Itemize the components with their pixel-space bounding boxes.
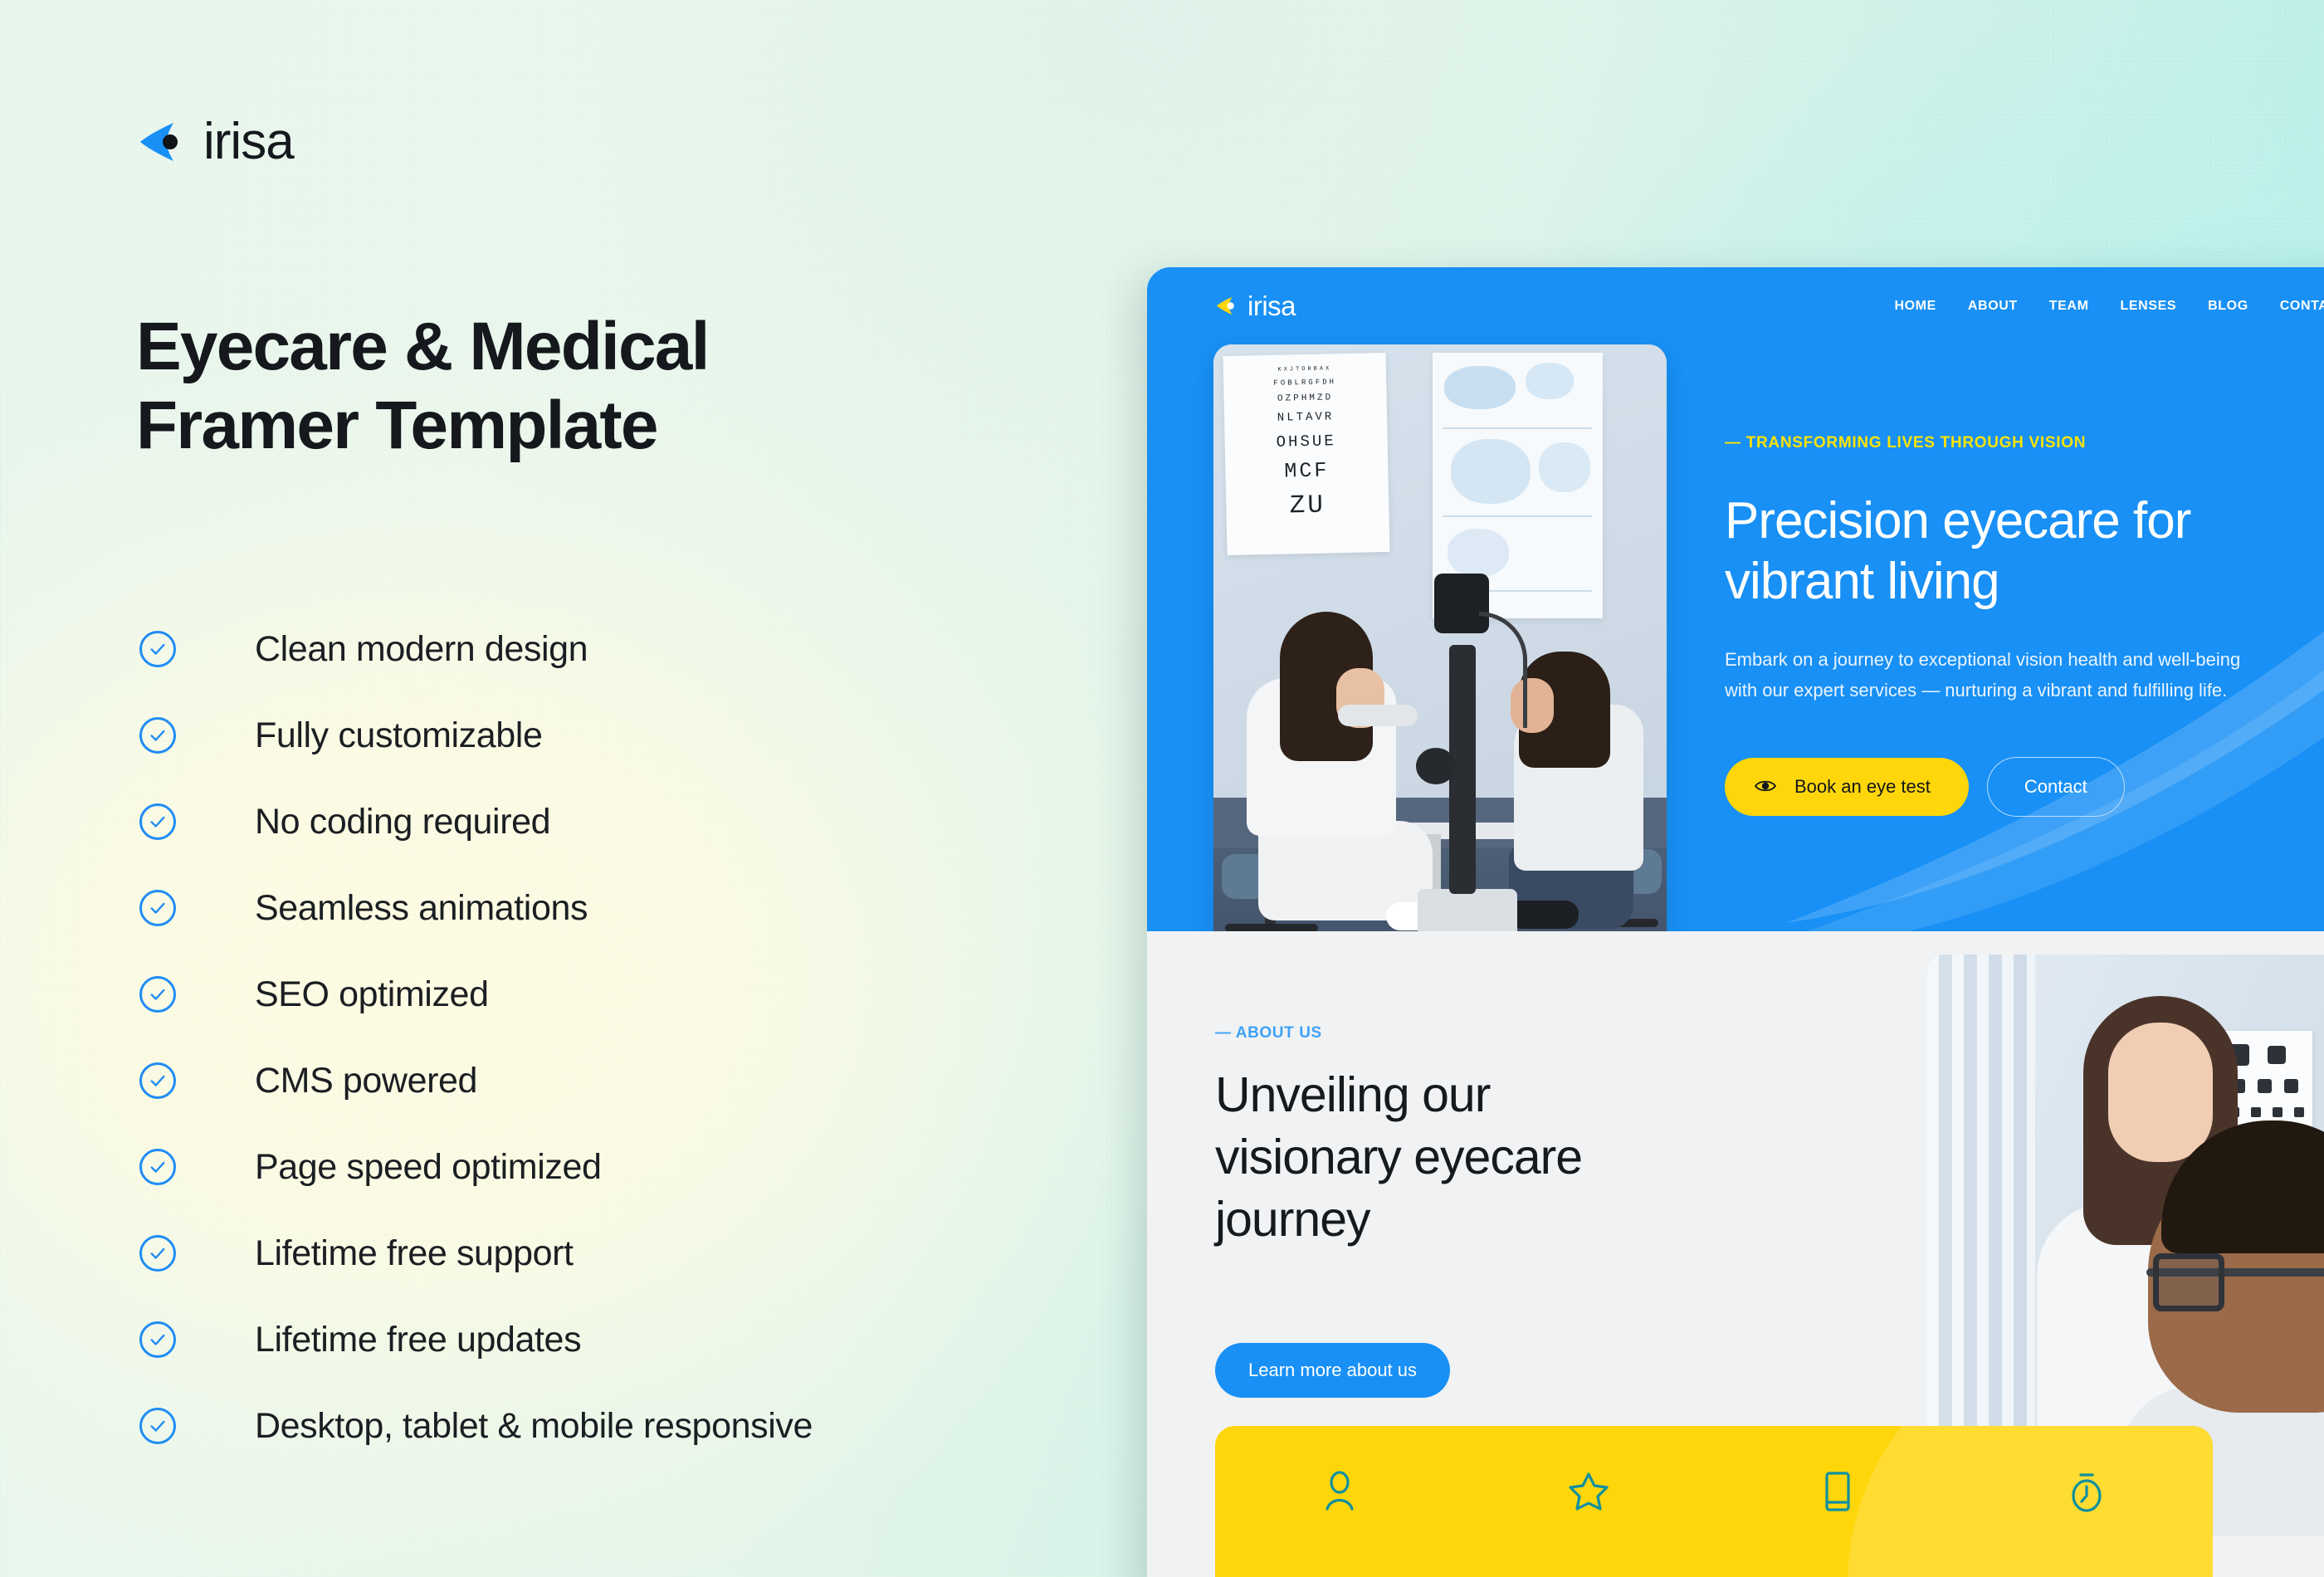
nav-link-lenses[interactable]: LENSES	[2121, 299, 2177, 314]
feature-label: Fully customizable	[255, 715, 543, 755]
brand-logo: irisa	[137, 113, 295, 170]
eye-chart-row: KXJTORBAX	[1277, 365, 1332, 374]
about-title-line-3: journey	[1215, 1191, 1371, 1247]
feature-label: CMS powered	[255, 1060, 478, 1101]
list-item: Desktop, tablet & mobile responsive	[139, 1383, 813, 1469]
contact-button[interactable]: Contact	[1986, 756, 2125, 817]
website-mockup: irisa HOME ABOUT TEAM LENSES BLOG CONTAC…	[1147, 267, 2324, 1577]
hero-title-line-2: vibrant living	[1725, 553, 2000, 611]
learn-more-button[interactable]: Learn more about us	[1215, 1343, 1451, 1398]
feature-label: Page speed optimized	[255, 1146, 602, 1187]
check-icon	[139, 890, 176, 926]
feature-label: Seamless animations	[255, 887, 588, 928]
feature-label: Lifetime free updates	[255, 1319, 582, 1360]
list-item: No coding required	[139, 779, 813, 865]
hero-eyebrow: — TRANSFORMING LIVES THROUGH VISION	[1725, 434, 2087, 452]
stopwatch-icon	[2068, 1471, 2106, 1518]
feature-label: Desktop, tablet & mobile responsive	[255, 1405, 813, 1446]
irisa-eye-logo-icon	[1215, 295, 1238, 317]
check-icon	[139, 717, 176, 754]
list-item: CMS powered	[139, 1038, 813, 1124]
icon-cell[interactable]	[1215, 1471, 1464, 1518]
irisa-eye-logo-icon	[137, 118, 185, 166]
feature-label: Lifetime free support	[255, 1233, 574, 1273]
check-icon	[139, 1408, 176, 1444]
mockup-logo-label: irisa	[1247, 290, 1296, 321]
mockup-hero-section: irisa HOME ABOUT TEAM LENSES BLOG CONTAC…	[1147, 267, 2324, 931]
feature-label: No coding required	[255, 801, 551, 842]
eye-chart: KXJTORBAX FOBLRGFDH OZPHMZD NLTAVR OHSUE…	[1223, 352, 1390, 556]
check-icon	[139, 976, 176, 1013]
feature-label: SEO optimized	[255, 974, 489, 1014]
trial-frame-glasses	[2146, 1253, 2324, 1311]
icon-cell[interactable]	[1713, 1471, 1962, 1518]
brand-name: irisa	[203, 113, 295, 170]
check-icon	[139, 803, 176, 840]
icon-cell[interactable]	[1464, 1471, 1713, 1518]
list-item: Page speed optimized	[139, 1124, 813, 1210]
page-title: Eyecare & Medical Framer Template	[136, 307, 1066, 465]
eye-chart-row: OZPHMZD	[1277, 393, 1334, 404]
headline-line-2: Framer Template	[136, 388, 659, 464]
check-icon	[139, 631, 176, 667]
book-eye-test-button[interactable]: Book an eye test	[1725, 757, 1969, 816]
list-item: Clean modern design	[139, 606, 813, 692]
hero-paragraph: Embark on a journey to exceptional visio…	[1725, 649, 2241, 701]
list-item: Fully customizable	[139, 692, 813, 779]
check-icon	[139, 1149, 176, 1185]
nav-link-contact[interactable]: CONTACT	[2280, 299, 2324, 314]
headline-line-1: Eyecare & Medical	[136, 309, 710, 384]
eye-chart-row: NLTAVR	[1277, 410, 1335, 425]
nav-link-blog[interactable]: BLOG	[2208, 299, 2248, 314]
hero-title-line-1: Precision eyecare for	[1725, 492, 2191, 549]
feature-label: Clean modern design	[255, 628, 588, 669]
icon-cell[interactable]	[1962, 1471, 2211, 1518]
eye-chart-row: MCF	[1284, 458, 1330, 484]
patient-figure	[1507, 652, 1648, 929]
feature-list: Clean modern design Fully customizable N…	[139, 606, 813, 1469]
about-eyebrow: — ABOUT US	[1215, 1024, 1322, 1042]
check-icon	[139, 1321, 176, 1358]
list-item: Lifetime free support	[139, 1210, 813, 1296]
nav-link-about[interactable]: ABOUT	[1968, 299, 2018, 314]
book-eye-test-label: Book an eye test	[1794, 775, 1931, 797]
feature-icon-bar	[1215, 1426, 2213, 1577]
about-title-line-1: Unveiling our	[1215, 1067, 1491, 1122]
hero-photo: KXJTORBAX FOBLRGFDH OZPHMZD NLTAVR OHSUE…	[1213, 344, 1667, 931]
mockup-about-section: — ABOUT US Unveiling our visionary eyeca…	[1147, 931, 2324, 1577]
eye-chart-row: OHSUE	[1276, 432, 1336, 452]
hero-title: Precision eyecare for vibrant living	[1725, 491, 2324, 612]
eye-chart-row: FOBLRGFDH	[1273, 378, 1337, 388]
check-icon	[139, 1062, 176, 1099]
list-item: Lifetime free updates	[139, 1296, 813, 1383]
eye-chart-row: ZU	[1289, 491, 1326, 521]
about-title-line-2: visionary eyecare	[1215, 1129, 1583, 1184]
nav-link-team[interactable]: TEAM	[2049, 299, 2089, 314]
about-title: Unveiling our visionary eyecare journey	[1215, 1064, 1680, 1251]
list-item: SEO optimized	[139, 951, 813, 1038]
eye-icon	[1754, 776, 1777, 798]
nav-link-home[interactable]: HOME	[1894, 299, 1936, 314]
star-icon	[1568, 1471, 1609, 1518]
check-icon	[139, 1235, 176, 1272]
slit-lamp-device	[1338, 574, 1527, 931]
mockup-logo[interactable]: irisa	[1215, 292, 1296, 320]
book-icon	[1822, 1471, 1853, 1518]
mockup-navbar: irisa HOME ABOUT TEAM LENSES BLOG CONTAC…	[1147, 267, 2324, 320]
person-icon	[1321, 1471, 1359, 1518]
mockup-nav-links: HOME ABOUT TEAM LENSES BLOG CONTACT	[1894, 299, 2324, 314]
list-item: Seamless animations	[139, 865, 813, 951]
